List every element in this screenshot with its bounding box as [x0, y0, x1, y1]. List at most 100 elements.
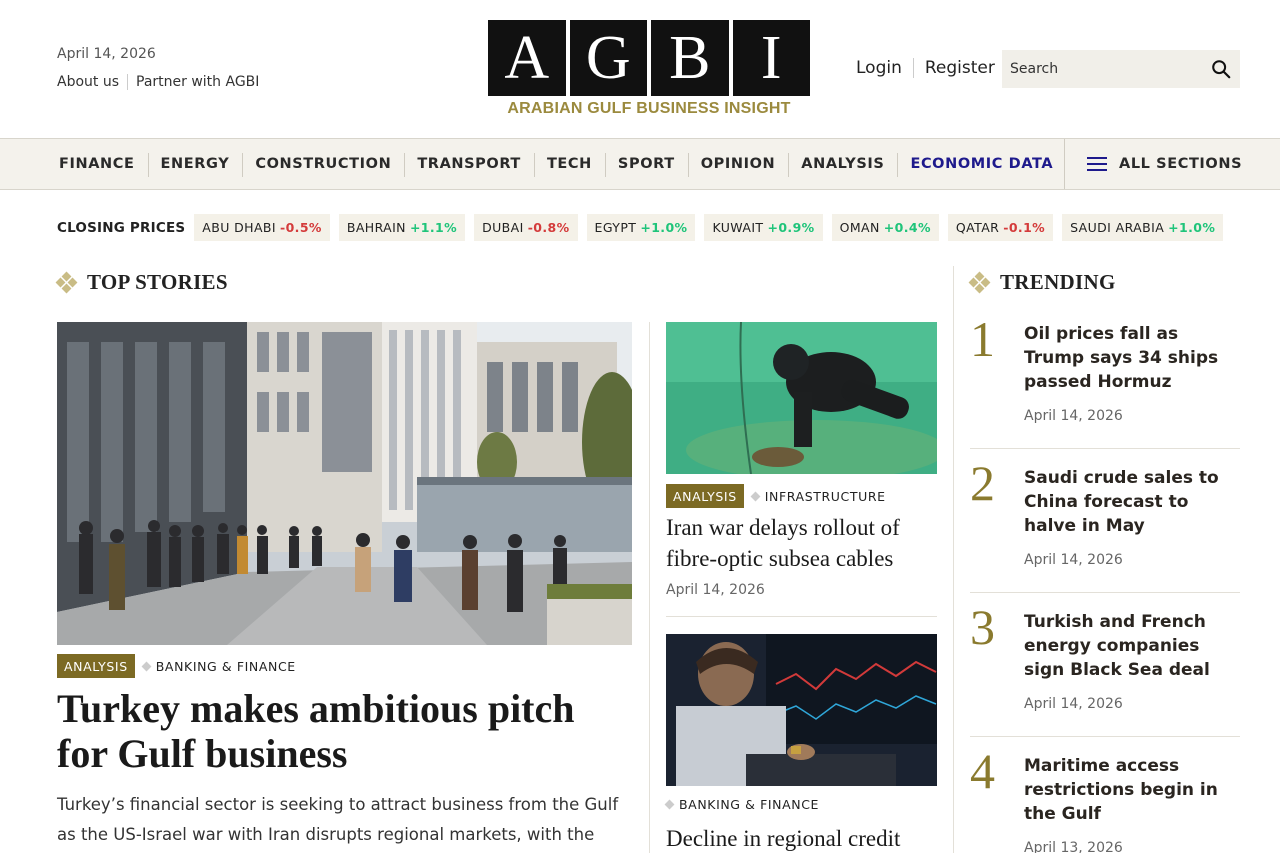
nav-item-analysis[interactable]: ANALYSIS: [788, 153, 897, 177]
side-story-title[interactable]: Decline in regional credit: [666, 823, 937, 853]
lead-story-image[interactable]: [57, 322, 632, 645]
lead-story-summary: Turkey’s financial sector is seeking to …: [57, 795, 619, 844]
trending-date: April 14, 2026: [1024, 552, 1123, 568]
closing-prices-bar: CLOSING PRICES ABU DHABI -0.5% BAHRAIN +1.…: [57, 214, 1232, 241]
logo-letters: A G B I: [488, 20, 810, 96]
trending-rank: 3: [970, 599, 995, 655]
trending-rank: 2: [970, 455, 995, 511]
search-input[interactable]: [1010, 61, 1210, 77]
market-chip[interactable]: BAHRAIN +1.1%: [338, 214, 466, 241]
market-change: +1.0%: [640, 220, 688, 235]
street-scene-image: [57, 322, 632, 645]
market-name: ABU DHABI: [202, 220, 276, 235]
trending-title[interactable]: Oil prices fall as Trump says 34 ships p…: [1024, 322, 1240, 394]
side-story-image[interactable]: [666, 322, 937, 474]
diamond-ornament-icon: [55, 271, 78, 293]
market-name: OMAN: [839, 220, 880, 235]
trending-date: April 14, 2026: [1024, 696, 1123, 712]
register-link[interactable]: Register: [925, 58, 995, 78]
trending-title[interactable]: Turkish and French energy companies sign…: [1024, 610, 1240, 682]
menu-icon: [1087, 157, 1107, 171]
trending-title[interactable]: Saudi crude sales to China forecast to h…: [1024, 466, 1240, 538]
nav-item-tech[interactable]: TECH: [533, 153, 605, 177]
partner-link[interactable]: Partner with AGBI: [136, 74, 259, 90]
trending-heading: TRENDING: [968, 270, 1116, 295]
trending-divider: [970, 736, 1240, 737]
column-divider: [953, 266, 954, 853]
agbi-logo[interactable]: A G B I ARABIAN GULF BUSINESS INSIGHT: [488, 20, 810, 122]
market-chip[interactable]: ABU DHABI -0.5%: [194, 214, 330, 241]
market-change: -0.1%: [1003, 220, 1046, 235]
logo-letter: B: [651, 20, 729, 96]
section-title: TRENDING: [1000, 270, 1116, 294]
market-change: +1.0%: [1168, 220, 1216, 235]
trader-screens-image: [666, 634, 937, 786]
trending-date: April 13, 2026: [1024, 840, 1123, 853]
trending-rank: 1: [970, 311, 995, 367]
category-label: INFRASTRUCTURE: [764, 488, 886, 504]
diamond-icon: [750, 491, 761, 501]
side-story-tags: BANKING & FINANCE: [664, 797, 820, 812]
nav-item-transport[interactable]: TRANSPORT: [404, 153, 534, 177]
trending-item[interactable]: 1 Oil prices fall as Trump says 34 ships…: [970, 314, 1240, 448]
trending-item[interactable]: 2 Saudi crude sales to China forecast to…: [970, 458, 1240, 592]
all-sections-button[interactable]: ALL SECTIONS: [1064, 139, 1280, 189]
side-story-tags: ANALYSIS INFRASTRUCTURE: [666, 484, 886, 508]
search-icon[interactable]: [1210, 58, 1232, 80]
auth-divider: [912, 58, 914, 78]
side-story-image[interactable]: [666, 634, 937, 786]
market-change: +1.1%: [409, 220, 458, 235]
diamond-icon: [141, 661, 152, 671]
market-chip[interactable]: DUBAI -0.8%: [474, 214, 578, 241]
market-name: BAHRAIN: [346, 220, 406, 235]
trending-title[interactable]: Maritime access restrictions begin in th…: [1024, 754, 1240, 826]
trending-item[interactable]: 3 Turkish and French energy companies si…: [970, 602, 1240, 736]
nav-item-sport[interactable]: SPORT: [604, 153, 688, 177]
nav-item-energy[interactable]: ENERGY: [147, 153, 243, 177]
market-chip[interactable]: SAUDI ARABIA +1.0%: [1062, 214, 1224, 241]
auth-links: Login Register: [856, 58, 995, 78]
market-change: -0.8%: [527, 220, 570, 235]
column-divider: [649, 322, 650, 853]
trending-date: April 14, 2026: [1024, 408, 1123, 424]
nav-item-finance[interactable]: FINANCE: [46, 156, 148, 172]
side-story-title[interactable]: Iran war delays rollout of fibre-optic s…: [666, 512, 937, 574]
market-name: KUWAIT: [712, 220, 764, 235]
story-divider: [666, 616, 937, 617]
closing-prices-label: CLOSING PRICES: [57, 219, 186, 236]
story-tag[interactable]: ANALYSIS: [57, 654, 135, 678]
diamond-ornament-icon: [968, 271, 991, 293]
story-tag[interactable]: ANALYSIS: [666, 484, 744, 508]
market-chip[interactable]: OMAN +0.4%: [831, 214, 939, 241]
trending-divider: [970, 448, 1240, 449]
logo-tagline: ARABIAN GULF BUSINESS INSIGHT: [507, 100, 791, 117]
link-divider: [127, 74, 129, 90]
top-stories-heading: TOP STORIES: [55, 270, 228, 295]
logo-letter: I: [732, 20, 810, 96]
nav-item-construction[interactable]: CONSTRUCTION: [242, 153, 404, 177]
section-title: TOP STORIES: [87, 270, 228, 294]
category-label: BANKING & FINANCE: [679, 797, 820, 812]
market-name: QATAR: [955, 220, 1000, 235]
nav-item-economic-data[interactable]: ECONOMIC DATA: [897, 153, 1066, 177]
login-link[interactable]: Login: [856, 58, 902, 78]
about-us-link[interactable]: About us: [57, 74, 119, 90]
market-change: +0.9%: [767, 220, 815, 235]
nav-item-opinion[interactable]: OPINION: [687, 153, 789, 177]
main-nav: FINANCE ENERGY CONSTRUCTION TRANSPORT TE…: [0, 138, 1280, 190]
trending-rank: 4: [970, 743, 995, 799]
header-date: April 14, 2026: [57, 46, 156, 62]
market-chip[interactable]: QATAR -0.1%: [947, 214, 1054, 241]
lead-story-tags: ANALYSIS BANKING & FINANCE: [57, 654, 296, 678]
lead-story-title[interactable]: Turkey makes ambitious pitch for Gulf bu…: [57, 686, 632, 776]
side-story-date: April 14, 2026: [666, 582, 765, 598]
story-category[interactable]: BANKING & FINANCE: [141, 659, 296, 674]
trending-item[interactable]: 4 Maritime access restrictions begin in …: [970, 746, 1240, 853]
market-chip[interactable]: KUWAIT +0.9%: [704, 214, 823, 241]
story-category[interactable]: INFRASTRUCTURE: [750, 488, 886, 504]
market-chip[interactable]: EGYPT +1.0%: [586, 214, 696, 241]
trending-divider: [970, 592, 1240, 593]
site-header: April 14, 2026 About us Partner with AGB…: [0, 0, 1280, 138]
market-change: -0.5%: [279, 220, 322, 235]
story-category[interactable]: BANKING & FINANCE: [664, 797, 820, 812]
